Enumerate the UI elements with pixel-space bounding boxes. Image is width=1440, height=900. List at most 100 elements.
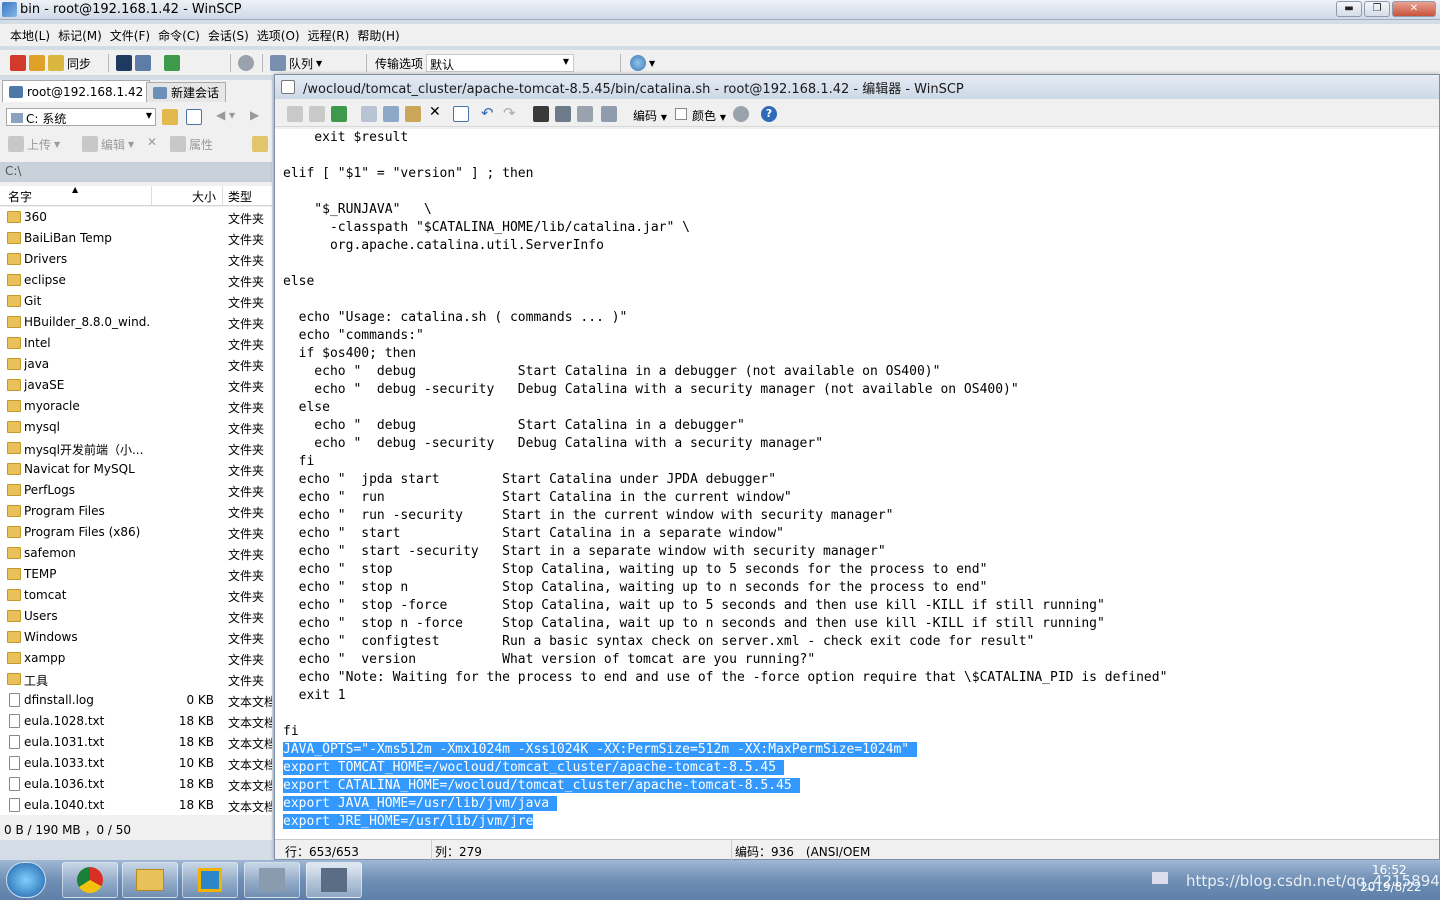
maximize-button[interactable]: ❐: [1364, 1, 1390, 17]
file-row[interactable]: safemon 文件夹: [0, 543, 272, 564]
queue-dropdown-icon[interactable]: ▼: [316, 59, 322, 68]
edit-button[interactable]: 编辑: [101, 136, 125, 153]
close-button[interactable]: ✕: [1392, 1, 1436, 17]
menu-mark[interactable]: 标记(M): [54, 24, 106, 44]
upload-button[interactable]: 上传: [27, 136, 51, 153]
file-row[interactable]: java 文件夹: [0, 354, 272, 375]
local-path-bar[interactable]: C:\: [0, 162, 272, 182]
file-row[interactable]: TEMP 文件夹: [0, 564, 272, 585]
file-row[interactable]: PerfLogs 文件夹: [0, 480, 272, 501]
file-row[interactable]: eula.1031.txt 18 KB 文本文档: [0, 732, 272, 753]
menu-local[interactable]: 本地(L): [6, 24, 54, 44]
file-row[interactable]: HBuilder_8.8.0_wind... 文件夹: [0, 312, 272, 333]
file-row[interactable]: eclipse 文件夹: [0, 270, 272, 291]
file-row[interactable]: eula.1033.txt 10 KB 文本文档: [0, 753, 272, 774]
file-row[interactable]: mysql 文件夹: [0, 417, 272, 438]
copy-icon[interactable]: [361, 106, 377, 122]
drive-select[interactable]: C: 系统 ▼: [6, 108, 156, 126]
replace-icon[interactable]: [555, 106, 571, 122]
terminal-icon[interactable]: [116, 55, 132, 71]
taskbar-winscp-2[interactable]: [306, 862, 362, 898]
clock-date[interactable]: 2019/8/22: [1360, 880, 1422, 894]
reload-icon[interactable]: [331, 106, 347, 122]
file-row[interactable]: Navicat for MySQL 文件夹: [0, 459, 272, 480]
gear-icon[interactable]: [238, 55, 254, 71]
start-button[interactable]: [6, 862, 46, 898]
file-row[interactable]: xampp 文件夹: [0, 648, 272, 669]
taskbar-chrome[interactable]: [62, 862, 118, 898]
file-row[interactable]: 360 文件夹: [0, 207, 272, 228]
file-row[interactable]: Program Files (x86) 文件夹: [0, 522, 272, 543]
color-menu[interactable]: 颜色 ▼: [692, 107, 726, 124]
select-all-icon[interactable]: [453, 106, 469, 122]
putty-icon[interactable]: [135, 55, 151, 71]
file-row[interactable]: Intel 文件夹: [0, 333, 272, 354]
queue-button[interactable]: 队列: [289, 55, 313, 72]
goto-line-icon[interactable]: [601, 106, 617, 122]
save-all-icon[interactable]: [309, 106, 325, 122]
file-row[interactable]: eula.1028.txt 18 KB 文本文档: [0, 711, 272, 732]
file-row[interactable]: Git 文件夹: [0, 291, 272, 312]
encoding-menu[interactable]: 编码 ▼: [633, 107, 667, 124]
file-row[interactable]: eula.1040.txt 18 KB 文本文档: [0, 795, 272, 815]
file-row[interactable]: 工具 文件夹: [0, 669, 272, 690]
synchronize-browse-icon[interactable]: [29, 55, 45, 71]
undo-icon[interactable]: ↶: [481, 104, 497, 122]
help-icon[interactable]: ?: [761, 106, 777, 122]
paste-icon[interactable]: [405, 106, 421, 122]
compare-dirs-icon[interactable]: [10, 55, 26, 71]
new-folder-icon[interactable]: [252, 136, 268, 152]
minimize-button[interactable]: ▬: [1336, 1, 1362, 17]
column-type[interactable]: 类型: [228, 188, 252, 205]
globe-icon[interactable]: [630, 55, 646, 71]
menu-file[interactable]: 文件(F): [106, 24, 154, 44]
file-row[interactable]: dfinstall.log 0 KB 文本文档: [0, 690, 272, 711]
menu-command[interactable]: 命令(C): [154, 24, 204, 44]
settings-gear-icon[interactable]: [733, 106, 749, 122]
column-name[interactable]: 名字: [8, 188, 32, 205]
open-folder-icon[interactable]: [162, 109, 178, 125]
find-next-icon[interactable]: [577, 106, 593, 122]
file-row[interactable]: eula.1036.txt 18 KB 文本文档: [0, 774, 272, 795]
delete-icon[interactable]: ✕: [429, 104, 445, 120]
cut-icon[interactable]: [383, 106, 399, 122]
redo-icon[interactable]: ↷: [503, 104, 519, 122]
tab-session[interactable]: root@192.168.1.42: [2, 80, 151, 102]
file-row[interactable]: myoracle 文件夹: [0, 396, 272, 417]
color-checkbox[interactable]: [675, 108, 687, 120]
file-row[interactable]: Program Files 文件夹: [0, 501, 272, 522]
refresh-icon[interactable]: [164, 55, 180, 71]
column-size[interactable]: 大小: [192, 188, 216, 205]
file-row[interactable]: Windows 文件夹: [0, 627, 272, 648]
queue-icon[interactable]: [270, 55, 286, 71]
back-icon[interactable]: ◀ ▾: [216, 108, 235, 122]
file-row[interactable]: Drivers 文件夹: [0, 249, 272, 270]
taskbar-explorer[interactable]: [122, 862, 178, 898]
find-icon[interactable]: [533, 106, 549, 122]
tab-new-session[interactable]: 新建会话: [146, 82, 227, 102]
menu-remote[interactable]: 远程(R): [304, 24, 354, 44]
file-row[interactable]: BaiLiBan Temp 文件夹: [0, 228, 272, 249]
taskbar-winscp-1[interactable]: [244, 862, 300, 898]
file-row[interactable]: mysql开发前端（小... 文件夹: [0, 438, 272, 459]
tray-keyboard-icon[interactable]: [1152, 872, 1168, 884]
menu-options[interactable]: 选项(O): [253, 24, 304, 44]
file-row[interactable]: Users 文件夹: [0, 606, 272, 627]
sync-folder-icon[interactable]: [48, 55, 64, 71]
globe-dropdown-icon[interactable]: ▼: [649, 59, 655, 68]
menu-session[interactable]: 会话(S): [204, 24, 253, 44]
taskbar-app[interactable]: [182, 862, 238, 898]
delete-icon[interactable]: ✕: [147, 135, 157, 149]
save-icon[interactable]: [287, 106, 303, 122]
clock-time[interactable]: 16:52: [1372, 863, 1407, 877]
menu-help[interactable]: 帮助(H): [353, 24, 403, 44]
file-row[interactable]: javaSE 文件夹: [0, 375, 272, 396]
sync-button[interactable]: 同步: [67, 55, 91, 72]
properties-button[interactable]: 属性: [189, 136, 213, 153]
transfer-preset-select[interactable]: 默认 ▼: [426, 54, 575, 72]
forward-icon[interactable]: ▶: [250, 108, 259, 122]
code-editor[interactable]: exit $result elif [ "$1" = "version" ] ; …: [275, 129, 1439, 839]
filter-icon[interactable]: [186, 109, 202, 125]
code-line: echo " stop n Stop Catalina, waiting up …: [275, 579, 1439, 597]
file-row[interactable]: tomcat 文件夹: [0, 585, 272, 606]
